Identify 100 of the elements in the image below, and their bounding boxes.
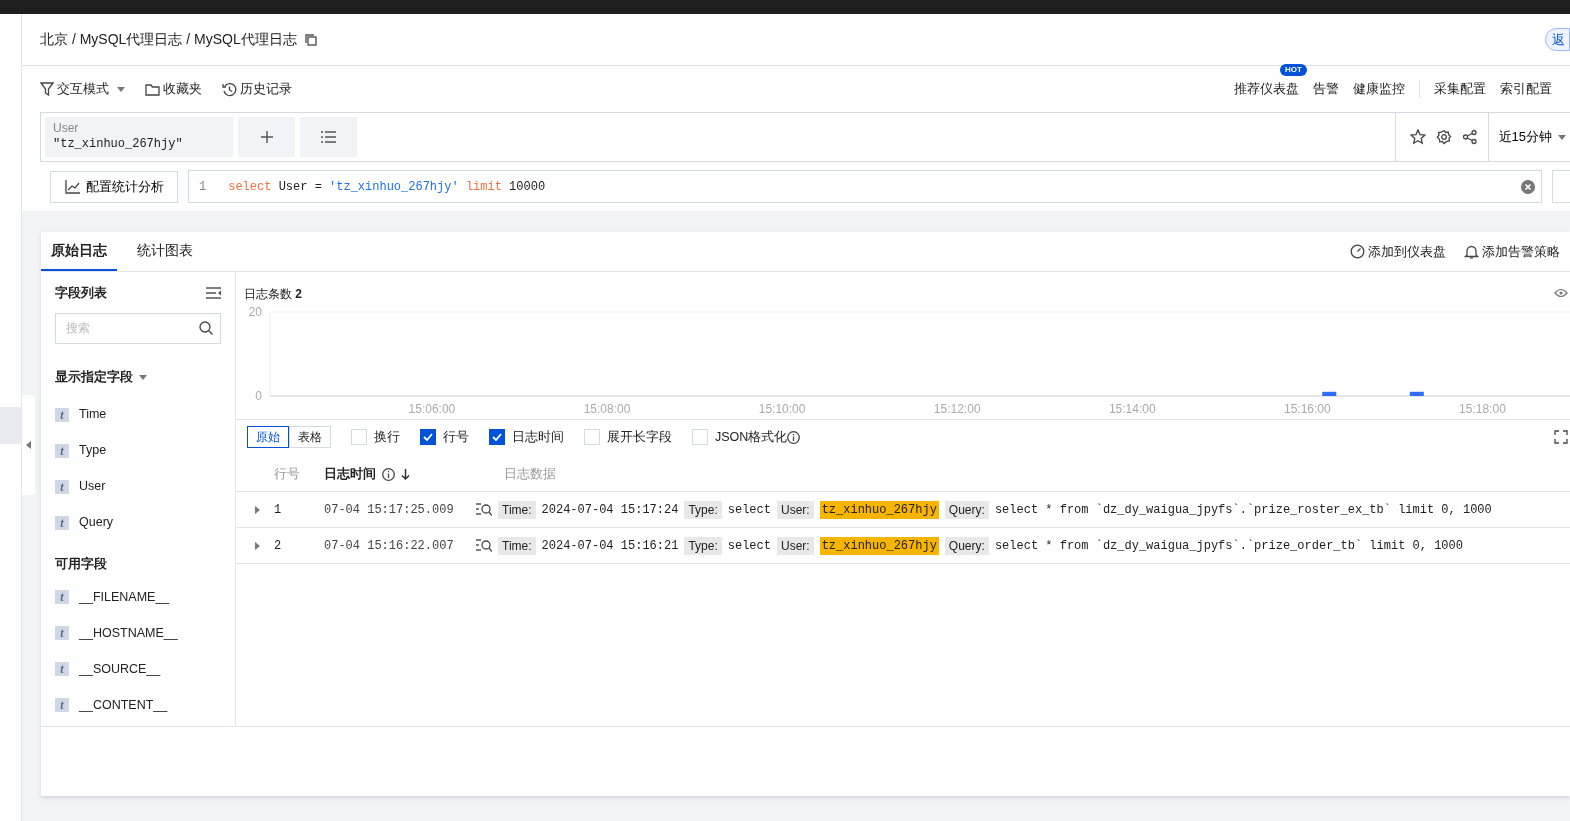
axis-label: 15:08:00: [583, 401, 631, 416]
copy-icon[interactable]: [304, 33, 317, 46]
field-name[interactable]: __HOSTNAME__: [79, 623, 178, 643]
field-key: Query:: [944, 536, 989, 555]
checkbox[interactable]: [420, 429, 436, 445]
section-title: 可用字段: [55, 555, 107, 573]
bar[interactable]: [1409, 391, 1424, 396]
chart-title: 日志条数 2: [244, 286, 303, 303]
field-name[interactable]: __SOURCE__: [79, 659, 161, 679]
expand-icon[interactable]: [254, 541, 260, 550]
field-name[interactable]: Query: [79, 513, 114, 532]
text-type-icon: t: [55, 626, 69, 641]
line-chart-icon: [64, 179, 80, 194]
info-icon[interactable]: [787, 430, 801, 444]
column-header: 行号: [274, 467, 300, 482]
star-icon[interactable]: [1409, 129, 1426, 145]
gear-icon[interactable]: [1435, 129, 1452, 145]
query-code[interactable]: select User = 'tz_xinhuo_267hjy' limit 10000: [228, 177, 546, 196]
eye-icon[interactable]: [1554, 288, 1568, 298]
checkbox-label: 换行: [374, 428, 400, 446]
field-key: Time:: [498, 536, 536, 555]
view-mode-tab[interactable]: 原始: [247, 426, 289, 448]
text-type-icon: t: [55, 698, 69, 713]
field-name[interactable]: Type: [79, 441, 107, 460]
field-value: select * from `dz_dy_waigua_jpyfs`.`prize_roster_ex_tb` limit 0, 1000: [994, 501, 1492, 519]
list-button[interactable]: [300, 117, 357, 157]
axis-label: 0: [255, 388, 262, 403]
bell-icon: [1464, 244, 1479, 259]
plus-icon: [260, 131, 273, 143]
column-header: 日志数据: [504, 467, 556, 482]
highlighted-value: tz_xinhuo_267hjy: [819, 500, 939, 519]
filter-chip[interactable]: User "tz_xinhuo_267hjy": [45, 117, 233, 157]
folder-icon: [145, 82, 160, 96]
detail-search-icon[interactable]: [476, 539, 492, 552]
axis-label: 15:14:00: [1108, 401, 1156, 416]
view-mode-tab[interactable]: 表格: [289, 426, 331, 448]
checkbox-label: 日志时间: [512, 428, 564, 446]
field-key: Type:: [684, 500, 722, 519]
action-link[interactable]: 添加告警策略: [1464, 241, 1560, 262]
text-type-icon: t: [55, 515, 69, 530]
fullscreen-icon[interactable]: [1554, 430, 1568, 444]
tab[interactable]: 统计图表: [127, 232, 203, 271]
sort-down-icon[interactable]: [401, 469, 410, 480]
field-value: 2024-07-04 15:17:24: [541, 501, 679, 519]
axis-label: 20: [248, 304, 262, 319]
collapse-list-icon[interactable]: [206, 287, 221, 300]
caret-icon: [117, 86, 125, 92]
toolbar-link[interactable]: 健康监控: [1353, 79, 1405, 99]
field-value: select: [727, 501, 771, 519]
toolbar-link[interactable]: 告警: [1313, 79, 1339, 99]
toolbar-button[interactable]: 历史记录: [222, 79, 292, 99]
search-field[interactable]: 搜索: [55, 312, 221, 344]
axis-label: 15:18:00: [1459, 401, 1506, 416]
highlighted-value: tz_xinhuo_267hjy: [819, 536, 939, 555]
mode-dropdown[interactable]: 交互模式: [40, 79, 125, 99]
text-type-icon: t: [55, 662, 69, 677]
breadcrumb[interactable]: 北京 / MySQL代理日志 / MySQL代理日志: [40, 29, 297, 50]
action-link[interactable]: 添加到仪表盘: [1350, 241, 1446, 262]
check-icon: [423, 433, 433, 441]
field-name[interactable]: Time: [79, 405, 107, 424]
text-type-icon: t: [55, 479, 69, 494]
log-time: 07-04 15:17:25.009: [324, 501, 455, 519]
checkbox[interactable]: [489, 429, 505, 445]
field-name[interactable]: __FILENAME__: [79, 587, 170, 607]
collapse-arrow-icon[interactable]: [26, 441, 31, 449]
column-header[interactable]: 日志时间: [324, 465, 376, 484]
clear-icon[interactable]: [1521, 179, 1535, 194]
list-icon: [321, 131, 336, 143]
text-type-icon: t: [55, 443, 69, 458]
row-number: 1: [274, 501, 283, 519]
toolbar-button[interactable]: 收藏夹: [145, 79, 202, 99]
expand-icon[interactable]: [254, 505, 260, 514]
caret-icon[interactable]: [139, 374, 147, 380]
toolbar-link[interactable]: 推荐仪表盘: [1234, 79, 1299, 99]
detail-search-icon[interactable]: [476, 503, 492, 516]
line-number: 1: [199, 178, 207, 196]
text-type-icon: t: [55, 407, 69, 422]
checkbox-label: JSON格式化: [715, 428, 788, 446]
field-value: select: [727, 537, 771, 555]
check-icon: [492, 433, 502, 441]
toolbar-link[interactable]: 索引配置: [1500, 79, 1552, 99]
field-key: User:: [776, 536, 814, 555]
axis-label: 15:12:00: [933, 401, 981, 416]
field-name[interactable]: __CONTENT__: [79, 695, 168, 715]
back-button[interactable]: 返: [1545, 27, 1570, 52]
section-title[interactable]: 显示指定字段: [55, 367, 133, 387]
share-icon[interactable]: [1461, 129, 1478, 145]
search-icon[interactable]: [199, 320, 213, 335]
field-name[interactable]: User: [79, 477, 106, 496]
tab[interactable]: 原始日志: [41, 232, 117, 271]
field-key: User:: [776, 500, 814, 519]
axis-label: 15:10:00: [758, 401, 806, 416]
info-icon[interactable]: [382, 468, 395, 481]
time-range-dropdown[interactable]: 近15分钟: [1487, 113, 1570, 161]
checkbox-label: 行号: [443, 428, 469, 446]
bar[interactable]: [1322, 391, 1337, 396]
toolbar-link[interactable]: 采集配置: [1434, 79, 1486, 99]
analysis-button[interactable]: 配置统计分析: [50, 170, 178, 203]
history-icon: [222, 81, 237, 97]
log-time: 07-04 15:16:22.007: [324, 537, 455, 555]
